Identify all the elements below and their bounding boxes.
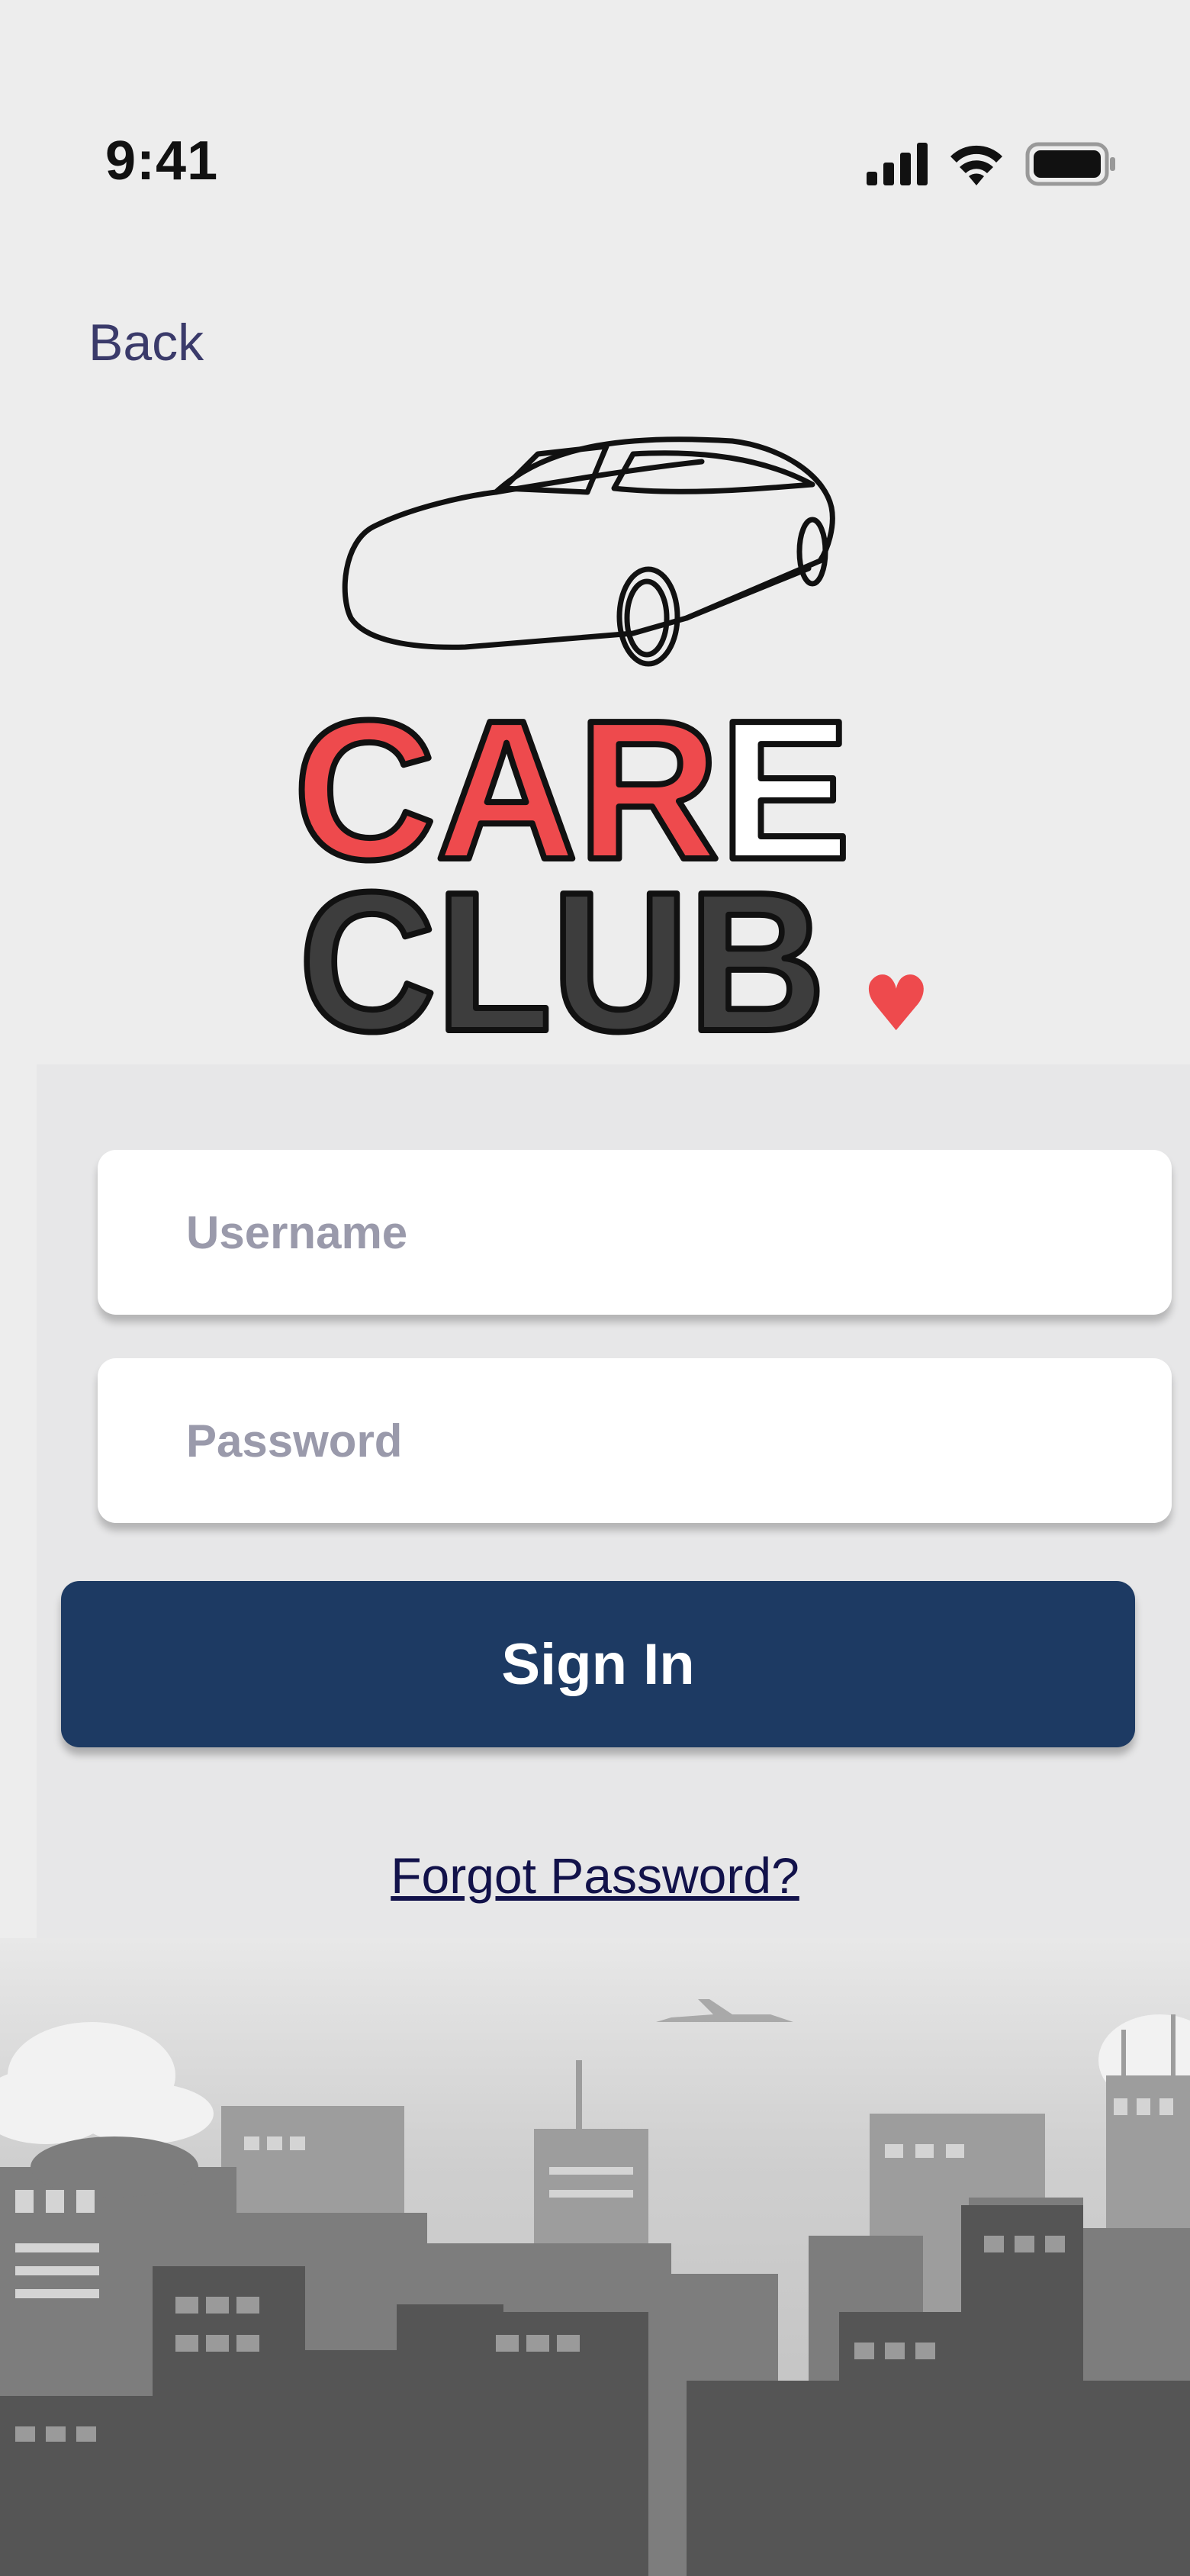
wifi-icon <box>950 145 1002 185</box>
forgot-password-link[interactable]: Forgot Password? <box>0 1847 1190 1905</box>
heart-icon: ♥ <box>862 959 931 1048</box>
car-icon <box>342 436 835 667</box>
logo-club-text: CLUB <box>299 852 825 1053</box>
sign-in-button[interactable]: Sign In <box>61 1581 1135 1747</box>
signal-icon <box>867 143 928 185</box>
username-input[interactable] <box>98 1150 1172 1315</box>
status-time: 9:41 <box>105 130 219 192</box>
status-icons <box>867 142 1117 186</box>
battery-icon <box>1025 142 1115 186</box>
login-form <box>37 1064 1190 1942</box>
back-button[interactable]: Back <box>88 313 204 372</box>
status-bar: 9:41 <box>0 0 1190 198</box>
username-field-card <box>98 1150 1172 1315</box>
password-field-card <box>98 1358 1172 1523</box>
password-input[interactable] <box>98 1358 1172 1523</box>
city-skyline-illustration <box>0 1938 1190 2576</box>
care-club-logo: CARE CLUB ♥ <box>291 436 931 1053</box>
